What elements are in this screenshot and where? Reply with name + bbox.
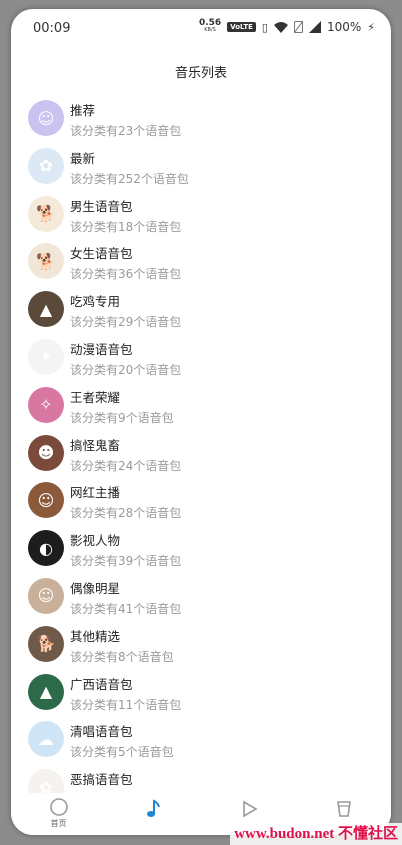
category-item[interactable]: 🐕 男生语音包该分类有18个语音包 xyxy=(11,193,391,241)
category-count: 该分类有39个语音包 xyxy=(70,554,182,569)
category-name: 影视人物 xyxy=(70,533,121,549)
category-item[interactable]: ☺ 推荐该分类有23个语音包 xyxy=(11,97,391,145)
category-name: 恶搞语音包 xyxy=(70,772,133,788)
category-name: 女生语音包 xyxy=(70,246,133,262)
category-item[interactable]: ✦ 动漫语音包该分类有20个语音包 xyxy=(11,336,391,384)
music-note-icon xyxy=(146,799,160,817)
category-avatar: ✦ xyxy=(28,338,64,375)
nav-music[interactable] xyxy=(106,793,201,835)
category-name: 最新 xyxy=(70,150,96,166)
category-avatar: ▲ xyxy=(28,291,64,328)
category-item[interactable]: ✿ 最新该分类有252个语音包 xyxy=(11,145,391,193)
category-name: 偶像明星 xyxy=(70,580,121,596)
play-icon xyxy=(242,800,258,818)
category-name: 男生语音包 xyxy=(70,198,133,214)
watermark: www.budon.net 不懂社区 xyxy=(230,823,402,845)
sim-off-icon xyxy=(293,21,303,33)
nav-home-label: 首页 xyxy=(50,819,67,828)
category-item[interactable]: ◐ 影视人物该分类有39个语音包 xyxy=(11,527,391,575)
volte-badge: VoLTE xyxy=(227,22,256,32)
net-speed-value: 0.56 xyxy=(198,18,222,28)
category-avatar: ▲ xyxy=(28,673,64,710)
category-count: 该分类有252个语音包 xyxy=(70,171,189,186)
category-count: 该分类有36个语音包 xyxy=(70,267,182,282)
category-avatar: ☺ xyxy=(28,482,64,519)
category-avatar: ☺ xyxy=(28,577,64,614)
category-count: 该分类有20个语音包 xyxy=(70,362,182,377)
net-speed: 0.56 KB/S xyxy=(198,18,222,34)
category-item[interactable]: ☁ 清唱语音包该分类有5个语音包 xyxy=(11,718,391,766)
net-speed-unit: KB/S xyxy=(204,27,216,33)
nav-home[interactable]: 首页 xyxy=(11,793,106,835)
category-count: 该分类有24个语音包 xyxy=(70,458,182,473)
category-item[interactable]: ☺ 偶像明星该分类有41个语音包 xyxy=(11,575,391,623)
category-count: 该分类有28个语音包 xyxy=(70,506,182,521)
category-avatar: 🐕 xyxy=(28,195,64,232)
cup-icon xyxy=(336,801,351,817)
category-item[interactable]: ☻ 搞怪鬼畜该分类有24个语音包 xyxy=(11,432,391,480)
category-avatar: ◐ xyxy=(28,530,64,567)
category-avatar: ✧ xyxy=(28,386,64,423)
category-avatar: ☺ xyxy=(28,100,64,136)
category-name: 广西语音包 xyxy=(70,676,133,692)
category-avatar: ☁ xyxy=(28,721,64,758)
signal-icon xyxy=(308,21,321,33)
category-count: 该分类有29个语音包 xyxy=(70,315,182,330)
category-avatar: 🐕 xyxy=(28,243,64,280)
category-name: 其他精选 xyxy=(70,628,121,644)
category-name: 清唱语音包 xyxy=(70,724,133,740)
status-time: 00:09 xyxy=(33,21,71,36)
category-count: 该分类有23个语音包 xyxy=(70,124,182,138)
wifi-icon xyxy=(273,21,288,33)
phone-screen: 00:09 0.56 KB/S VoLTE ▯ 100% ⚡ 音乐列表 ☺ 推荐该… xyxy=(11,9,391,835)
category-count: 该分类有11个语音包 xyxy=(70,697,182,712)
status-bar: 00:09 0.56 KB/S VoLTE ▯ 100% ⚡ xyxy=(11,9,391,49)
page-title: 音乐列表 xyxy=(174,66,227,81)
status-icons: 0.56 KB/S VoLTE ▯ 100% ⚡ xyxy=(198,18,375,35)
category-avatar: 🐕 xyxy=(28,625,64,662)
battery-level: 100% xyxy=(326,20,362,34)
category-item[interactable]: ▲ 吃鸡专用该分类有29个语音包 xyxy=(11,288,391,336)
category-item[interactable]: ☺ 网红主播该分类有28个语音包 xyxy=(11,479,391,527)
vibrate-icon: ▯ xyxy=(261,20,268,34)
category-name: 吃鸡专用 xyxy=(70,294,121,310)
category-item[interactable]: ▲ 广西语音包该分类有11个语音包 xyxy=(11,671,391,719)
category-item[interactable]: 🐕 女生语音包该分类有36个语音包 xyxy=(11,240,391,288)
category-list: ☺ 推荐该分类有23个语音包 ✿ 最新该分类有252个语音包 🐕 男生语音包该分类有18个… xyxy=(11,97,391,814)
category-item[interactable]: ✧ 王者荣耀该分类有9个语音包 xyxy=(11,384,391,432)
category-name: 王者荣耀 xyxy=(70,389,121,405)
category-count: 该分类有5个语音包 xyxy=(70,745,174,760)
category-name: 搞怪鬼畜 xyxy=(70,437,121,453)
category-avatar: ☻ xyxy=(28,434,64,471)
home-circle-icon xyxy=(49,798,68,816)
category-name: 网红主播 xyxy=(70,485,121,501)
category-name: 推荐 xyxy=(70,103,96,118)
category-name: 动漫语音包 xyxy=(70,341,133,357)
category-count: 该分类有8个语音包 xyxy=(70,649,174,664)
category-avatar: ✿ xyxy=(28,147,64,184)
category-count: 该分类有9个语音包 xyxy=(70,410,174,425)
category-count: 该分类有18个语音包 xyxy=(70,219,182,234)
category-count: 该分类有41个语音包 xyxy=(70,601,182,616)
category-item[interactable]: 🐕 其他精选该分类有8个语音包 xyxy=(11,623,391,671)
charging-icon: ⚡ xyxy=(367,20,375,34)
